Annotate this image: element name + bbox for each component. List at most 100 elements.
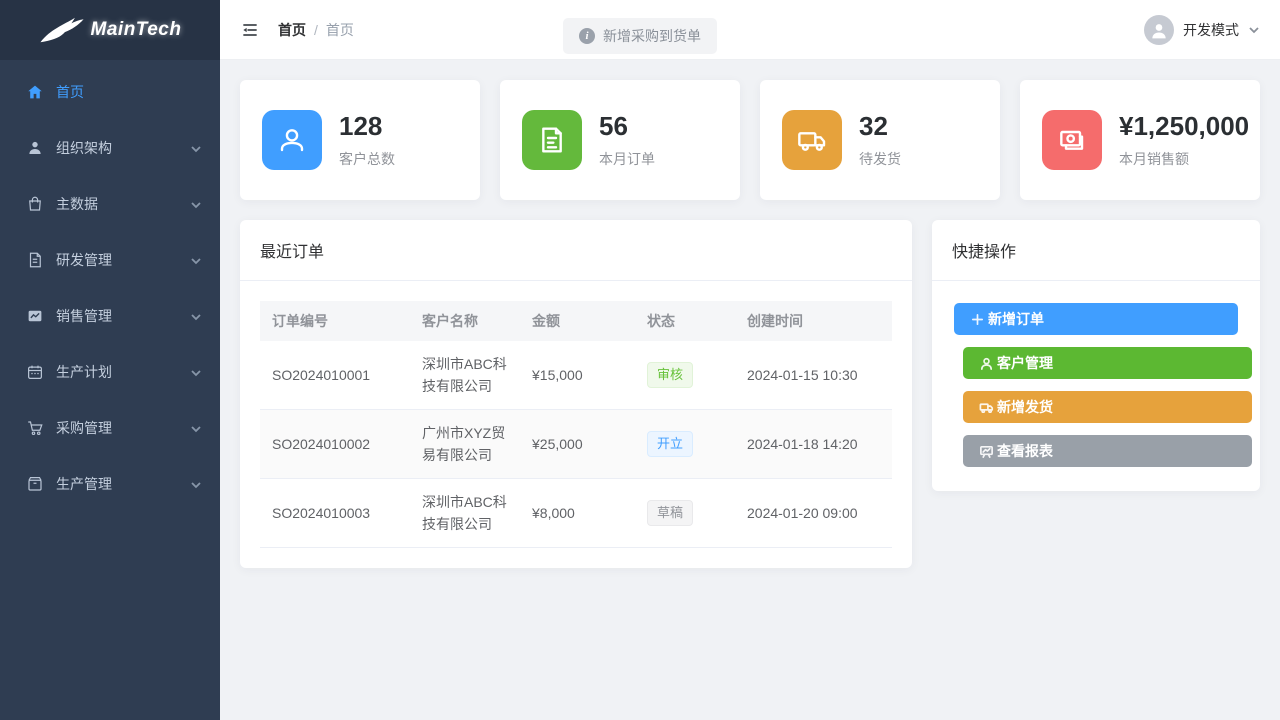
sidebar-item-label: 采购管理	[56, 418, 112, 438]
sidebar-item-organization[interactable]: 组织架构	[0, 120, 220, 176]
stat-value: 32	[859, 111, 901, 142]
stat-card-monthly-orders: 56 本月订单	[500, 80, 740, 200]
sidebar-item-sales-management[interactable]: 销售管理	[0, 288, 220, 344]
order-no-cell: SO2024010002	[260, 410, 410, 479]
recent-orders-header: 最近订单	[240, 220, 912, 281]
breadcrumb-current: 首页	[326, 20, 354, 40]
order-no-cell: SO2024010001	[260, 341, 410, 410]
page-content: 128 客户总数 56 本月订单	[220, 60, 1280, 720]
order-no-cell: SO2024010003	[260, 479, 410, 548]
new-purchase-arrival-label: 新增采购到货单	[603, 26, 701, 46]
amount-cell: ¥8,000	[520, 479, 635, 548]
customer-icon	[262, 110, 322, 170]
new-shipment-label: 新增发货	[997, 397, 1053, 417]
user-name: 开发模式	[1183, 20, 1239, 40]
sidebar-item-rd-management[interactable]: 研发管理	[0, 232, 220, 288]
new-shipment-button[interactable]: 新增发货	[963, 391, 1252, 423]
sidebar-item-production-management[interactable]: 生产管理	[0, 456, 220, 512]
new-order-label: 新增订单	[988, 309, 1044, 329]
box-icon	[26, 475, 44, 493]
chart-icon	[26, 307, 44, 325]
stat-value: 128	[339, 111, 395, 142]
table-row[interactable]: SO2024010001 深圳市ABC科技有限公司 ¥15,000 审核 202…	[260, 341, 892, 410]
topbar: 首页 / 首页 i 新增采购到货单 开发模式	[220, 0, 1280, 60]
view-reports-label: 查看报表	[997, 441, 1053, 461]
column-header-customer: 客户名称	[410, 301, 520, 341]
status-badge: 开立	[647, 431, 693, 457]
customer-cell: 广州市XYZ贸易有限公司	[410, 410, 520, 479]
status-cell: 草稿	[635, 479, 735, 548]
plus-icon	[970, 312, 985, 327]
order-doc-icon	[522, 110, 582, 170]
view-reports-button[interactable]: 查看报表	[963, 435, 1252, 467]
sidebar-item-purchase-management[interactable]: 采购管理	[0, 400, 220, 456]
table-row[interactable]: SO2024010003 深圳市ABC科技有限公司 ¥8,000 草稿 2024…	[260, 479, 892, 548]
chevron-down-icon	[190, 254, 202, 266]
recent-orders-panel: 最近订单 订单编号 客户名称 金额	[240, 220, 912, 568]
status-cell: 审核	[635, 341, 735, 410]
orders-table: 订单编号 客户名称 金额 状态 创建时间 SO2024010001	[260, 301, 892, 548]
breadcrumb: 首页 / 首页	[278, 20, 354, 40]
new-purchase-arrival-button[interactable]: i 新增采购到货单	[563, 18, 717, 54]
column-header-created: 创建时间	[735, 301, 892, 341]
chevron-down-icon	[190, 310, 202, 322]
sidebar-item-label: 主数据	[56, 194, 98, 214]
user-menu[interactable]: 开发模式	[1144, 15, 1260, 45]
column-header-order-no: 订单编号	[260, 301, 410, 341]
chevron-down-icon	[190, 366, 202, 378]
report-icon	[979, 444, 994, 459]
customer-management-label: 客户管理	[997, 353, 1053, 373]
info-icon: i	[579, 28, 595, 44]
sidebar-item-master-data[interactable]: 主数据	[0, 176, 220, 232]
amount-cell: ¥25,000	[520, 410, 635, 479]
sidebar-collapse-icon[interactable]	[240, 19, 262, 41]
quick-actions-header: 快捷操作	[932, 220, 1260, 281]
app-logo: MainTech	[0, 0, 220, 60]
app-root: MainTech 首页 组织架构	[0, 0, 1280, 720]
sidebar-item-label: 首页	[56, 82, 84, 102]
stat-label: 客户总数	[339, 149, 395, 169]
stat-label: 本月订单	[599, 149, 655, 169]
doc-icon	[26, 251, 44, 269]
created-cell: 2024-01-15 10:30	[735, 341, 892, 410]
recent-orders-body: 订单编号 客户名称 金额 状态 创建时间 SO2024010001	[240, 281, 912, 568]
chevron-down-icon	[190, 422, 202, 434]
stat-card-pending-shipments: 32 待发货	[760, 80, 1000, 200]
customer-cell: 深圳市ABC科技有限公司	[410, 341, 520, 410]
panels-row: 最近订单 订单编号 客户名称 金额	[240, 220, 1260, 568]
sidebar-item-home[interactable]: 首页	[0, 64, 220, 120]
stat-card-monthly-sales: ¥1,250,000 本月销售额	[1020, 80, 1260, 200]
panel-title: 最近订单	[260, 238, 324, 262]
stat-value: ¥1,250,000	[1119, 111, 1249, 142]
org-icon	[26, 139, 44, 157]
breadcrumb-root[interactable]: 首页	[278, 20, 306, 40]
quick-actions-panel: 快捷操作 新增订单 客户管理 新增发货	[932, 220, 1260, 491]
breadcrumb-separator: /	[314, 22, 318, 38]
sidebar-item-label: 组织架构	[56, 138, 112, 158]
sidebar-item-production-plan[interactable]: 生产计划	[0, 344, 220, 400]
column-header-amount: 金额	[520, 301, 635, 341]
customer-management-button[interactable]: 客户管理	[963, 347, 1252, 379]
logo-text: MainTech	[91, 19, 182, 41]
sidebar: MainTech 首页 组织架构	[0, 0, 220, 720]
new-order-button[interactable]: 新增订单	[954, 303, 1238, 335]
created-cell: 2024-01-18 14:20	[735, 410, 892, 479]
customer-icon	[979, 356, 994, 371]
home-icon	[26, 83, 44, 101]
chevron-down-icon	[1248, 24, 1260, 36]
sidebar-nav: 首页 组织架构 主数据	[0, 60, 220, 512]
table-row[interactable]: SO2024010002 广州市XYZ贸易有限公司 ¥25,000 开立 202…	[260, 410, 892, 479]
sidebar-item-label: 生产管理	[56, 474, 112, 494]
truck-icon	[979, 400, 994, 415]
created-cell: 2024-01-20 09:00	[735, 479, 892, 548]
sidebar-item-label: 研发管理	[56, 250, 112, 270]
sidebar-item-label: 生产计划	[56, 362, 112, 382]
calendar-icon	[26, 363, 44, 381]
table-header-row: 订单编号 客户名称 金额 状态 创建时间	[260, 301, 892, 341]
stat-value: 56	[599, 111, 655, 142]
stat-cards: 128 客户总数 56 本月订单	[240, 80, 1260, 200]
amount-cell: ¥15,000	[520, 341, 635, 410]
status-cell: 开立	[635, 410, 735, 479]
status-badge: 审核	[647, 362, 693, 388]
panel-title: 快捷操作	[952, 238, 1016, 262]
